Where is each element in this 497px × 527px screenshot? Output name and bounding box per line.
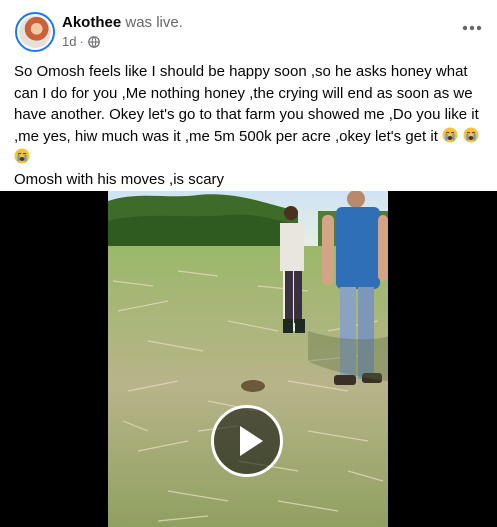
author-avatar[interactable] — [15, 12, 55, 52]
globe-icon[interactable] — [88, 36, 100, 48]
post-timestamp[interactable]: 1d — [62, 34, 76, 50]
more-options-icon — [462, 25, 482, 31]
crying-face-emoji — [463, 127, 479, 142]
more-options-button[interactable] — [457, 17, 487, 39]
author-action: was live. — [125, 14, 183, 31]
facebook-post: Akothee was live. 1d · So Omosh feels li… — [0, 0, 497, 527]
post-header: Akothee was live. 1d · — [12, 11, 487, 53]
caption-second-line: Omosh with his moves ,is scary — [14, 170, 225, 188]
author-name[interactable]: Akothee — [62, 14, 121, 31]
avatar-photo — [19, 16, 51, 48]
caption-main-text: So Omosh feels like I should be happy so… — [14, 63, 479, 145]
meta-separator: · — [79, 34, 84, 49]
video-player[interactable] — [0, 191, 497, 527]
crying-face-emoji — [14, 148, 30, 164]
play-button[interactable] — [211, 405, 283, 477]
play-icon — [240, 426, 263, 456]
author-line: Akothee was live. — [62, 14, 183, 32]
crying-face-emoji — [442, 127, 458, 142]
caption-paragraph: So Omosh feels like I should be happy so… — [14, 61, 484, 169]
post-meta: 1d · — [62, 34, 100, 50]
post-caption: So Omosh feels like I should be happy so… — [14, 61, 484, 190]
